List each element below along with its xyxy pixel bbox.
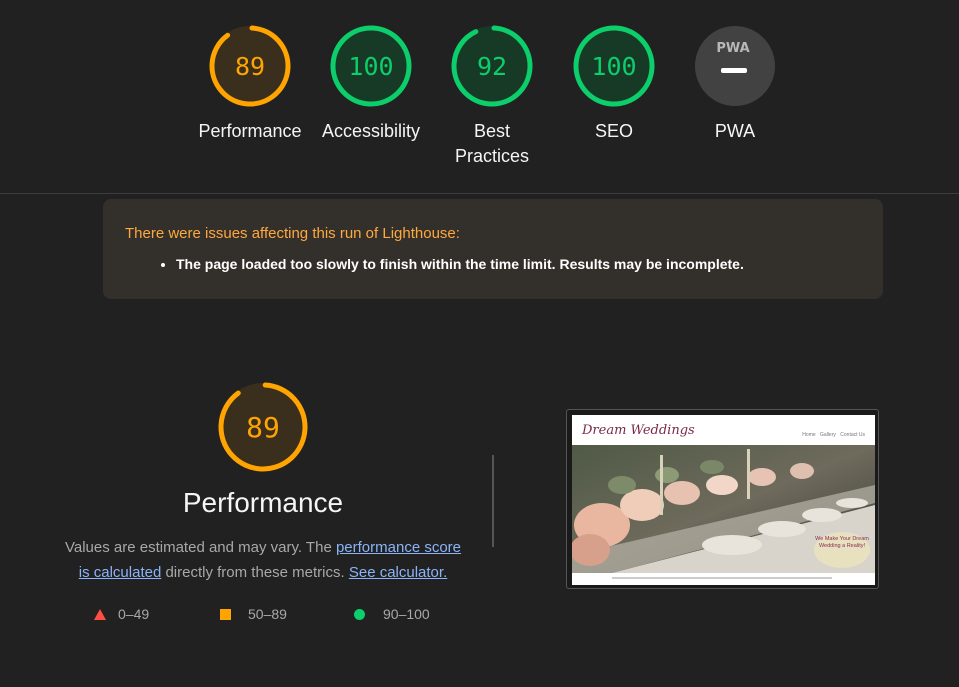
gauge-accessibility-label: Accessibility (321, 121, 421, 141)
gauge-performance-label: Performance (198, 121, 302, 141)
gauge-seo-label: SEO (594, 121, 633, 141)
site-footer-line (612, 577, 832, 579)
performance-score: 89 (246, 411, 280, 444)
screenshot-page: Dream Weddings Home Gallery Contact Us W… (572, 415, 875, 585)
legend-average-range: 50–89 (248, 606, 287, 622)
legend-pass-range: 90–100 (383, 606, 430, 622)
gauge-best-practices[interactable]: 92 Best Practices (437, 24, 547, 169)
gauge-performance-ring: 89 (209, 25, 291, 107)
site-logo: Dream Weddings (582, 423, 695, 438)
hero-badge: We Make Your Dream Wedding a Reality! (814, 532, 870, 568)
gauge-seo[interactable]: 100 SEO (559, 24, 669, 144)
triangle-icon (94, 608, 106, 620)
desc-text-2: directly from these metrics. (161, 564, 349, 581)
gauge-performance-score: 89 (235, 52, 265, 81)
score-legend: 0–49 50–89 90–100 (0, 606, 500, 626)
run-warnings: There were issues affecting this run of … (103, 199, 883, 299)
see-calculator-link[interactable]: See calculator. (349, 564, 447, 581)
circle-icon (354, 608, 365, 620)
legend-fail-range: 0–49 (118, 606, 150, 622)
site-nav-item: Home (802, 432, 816, 438)
gauge-performance[interactable]: 89 Performance (195, 24, 305, 144)
site-nav-item: Contact Us (840, 432, 865, 438)
performance-gauge-large: 89 (216, 380, 310, 479)
gauge-pwa-label: PWA (714, 121, 756, 141)
gauge-best-practices-label: Best Practices (454, 121, 530, 166)
hero-image: We Make Your Dream Wedding a Reality! (572, 445, 875, 573)
section-separator (492, 455, 494, 547)
gauge-pwa[interactable]: PWA PWA (680, 24, 790, 144)
pwa-badge-icon: PWA (695, 26, 775, 106)
warnings-list: The page loaded too slowly to finish wit… (125, 256, 861, 272)
warnings-title: There were issues affecting this run of … (125, 225, 460, 242)
final-screenshot[interactable]: Dream Weddings Home Gallery Contact Us W… (566, 409, 879, 589)
header-divider (0, 193, 959, 194)
pwa-badge-text: PWA (716, 41, 749, 56)
category-scores: 89 Performance 100 Accessibility 92 Best… (0, 24, 959, 174)
site-nav: Home Gallery Contact Us (799, 432, 865, 438)
square-icon (220, 608, 231, 620)
gauge-accessibility[interactable]: 100 Accessibility (316, 24, 426, 144)
legend-average: 50–89 (220, 606, 287, 622)
gauge-best-practices-score: 92 (477, 52, 507, 81)
performance-description: Values are estimated and may vary. The p… (58, 535, 468, 585)
desc-text-1: Values are estimated and may vary. The (64, 539, 336, 556)
gauge-seo-score: 100 (591, 52, 636, 81)
gauge-accessibility-ring: 100 (330, 25, 412, 107)
legend-pass: 90–100 (354, 606, 430, 622)
warning-item: The page loaded too slowly to finish wit… (176, 256, 861, 272)
gauge-seo-ring: 100 (573, 25, 655, 107)
gauge-best-practices-ring: 92 (451, 25, 533, 107)
gauge-accessibility-score: 100 (348, 52, 393, 81)
legend-fail: 0–49 (94, 606, 149, 622)
performance-gauge-ring: 89 (218, 382, 308, 472)
performance-title: Performance (182, 487, 344, 518)
site-nav-item: Gallery (820, 432, 836, 438)
